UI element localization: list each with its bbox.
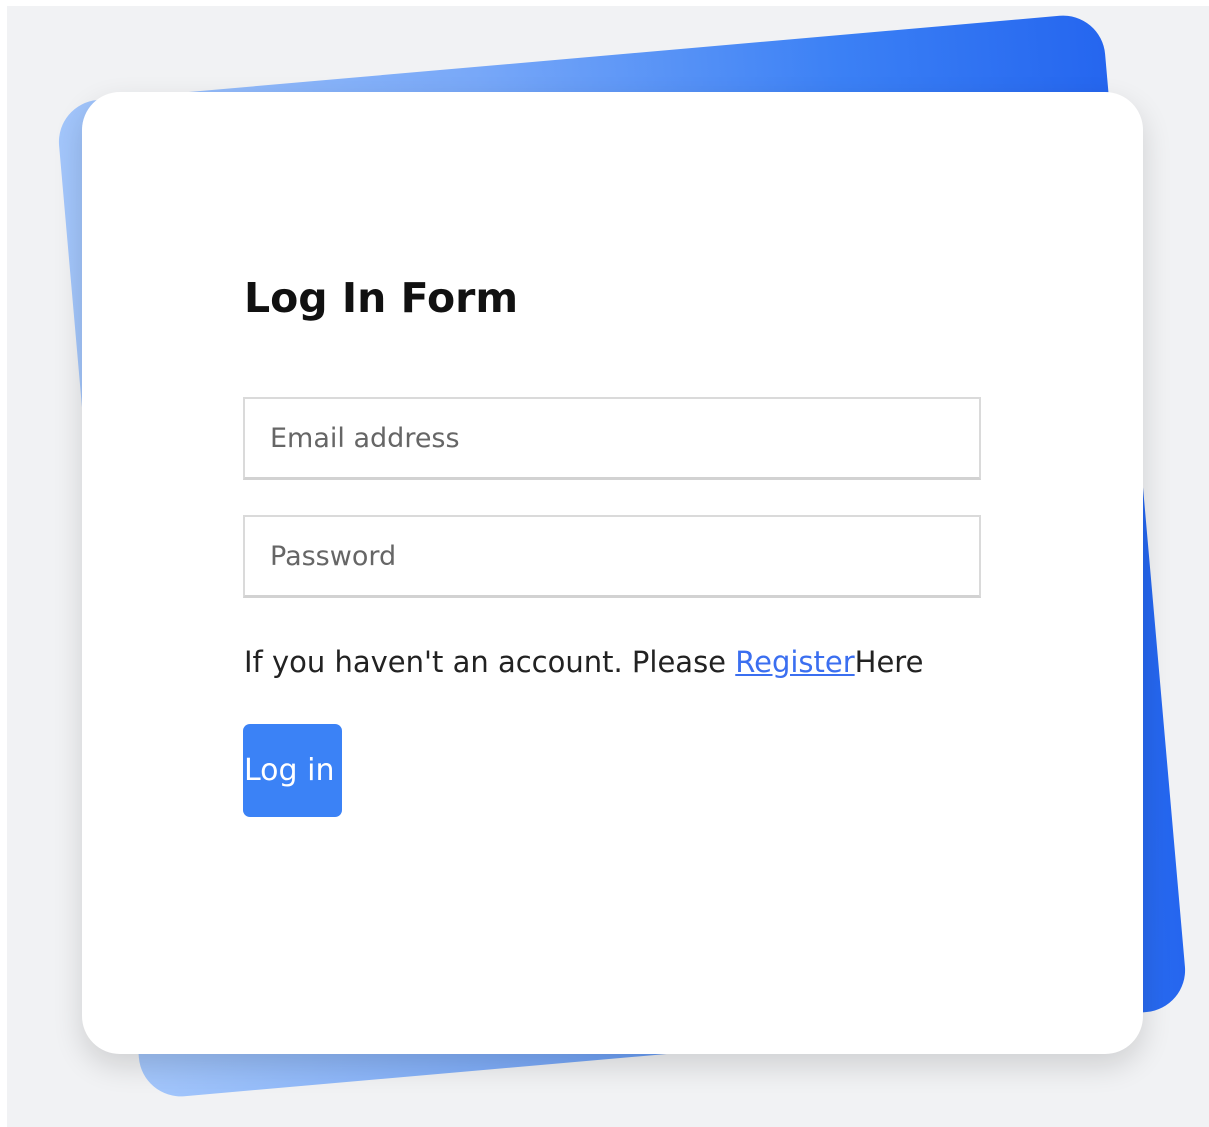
login-card: Log In Form If you haven't an account. P… [82,92,1143,1054]
login-button[interactable]: Log in [243,724,342,817]
register-suffix-text: Here [854,645,924,679]
register-prompt: If you haven't an account. Please Regist… [244,640,923,684]
register-link[interactable]: Register [735,645,854,679]
login-button-label: Log in [244,753,335,788]
password-field[interactable] [243,515,981,598]
form-title: Log In Form [244,274,519,322]
register-prompt-text: If you haven't an account. Please [244,645,736,679]
email-field[interactable] [243,397,981,480]
page-background: Log In Form If you haven't an account. P… [7,6,1209,1127]
